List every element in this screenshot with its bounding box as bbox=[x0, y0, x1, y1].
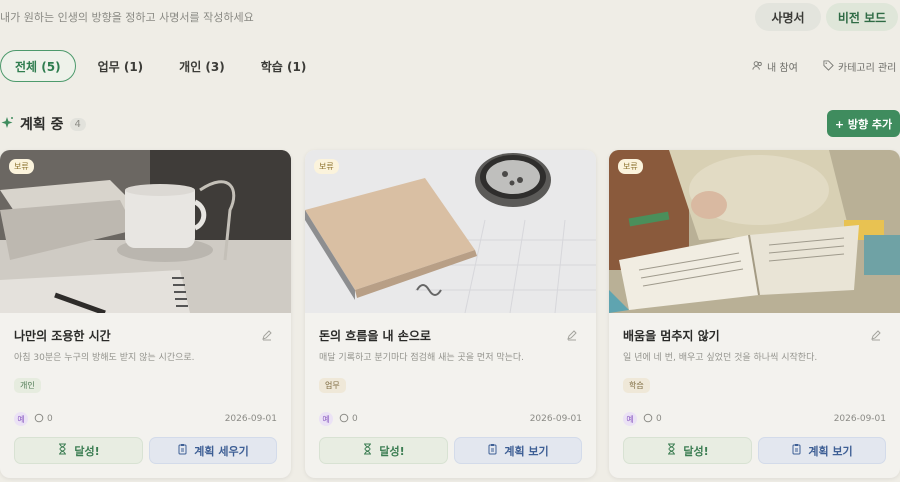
comment-count-value: 0 bbox=[47, 414, 53, 424]
avatar: 예 bbox=[623, 412, 637, 426]
mission-statement-button[interactable]: 사명서 bbox=[755, 3, 821, 31]
achieve-button[interactable]: 달성! bbox=[319, 437, 448, 464]
card-title: 돈의 흐름을 내 손으로 bbox=[319, 329, 431, 343]
section-header: 계획 중 4 bbox=[0, 114, 86, 134]
edit-icon[interactable] bbox=[261, 329, 273, 344]
achieve-label: 달성! bbox=[683, 444, 709, 458]
filter-personal[interactable]: 개인 (3) bbox=[165, 51, 239, 81]
direction-card[interactable]: 보류 배움을 멈추지 않기 일 년에 네 번, 배우고 싶었던 것을 하나씩 시… bbox=[609, 150, 900, 478]
plan-button[interactable]: 계획 세우기 bbox=[149, 437, 277, 464]
card-title: 배움을 멈추지 않기 bbox=[623, 329, 720, 343]
card-thumbnail bbox=[0, 150, 291, 313]
card-meta: 예 0 2026-09-01 bbox=[319, 412, 582, 426]
comment-count[interactable]: 0 bbox=[34, 413, 53, 426]
achieve-button[interactable]: 달성! bbox=[14, 437, 143, 464]
section-title: 계획 중 bbox=[20, 117, 64, 133]
comment-icon bbox=[643, 413, 653, 426]
achieve-label: 달성! bbox=[379, 444, 405, 458]
my-participation-label: 내 참여 bbox=[767, 63, 798, 74]
comment-count[interactable]: 0 bbox=[339, 413, 358, 426]
card-date: 2026-09-01 bbox=[833, 414, 886, 424]
category-manage-link[interactable]: 카테고리 관리 bbox=[823, 59, 896, 74]
page-description: 내가 원하는 인생의 방향을 정하고 사명서를 작성하세요 bbox=[0, 11, 254, 24]
card-description: 아침 30분은 누구의 방해도 받지 않는 시간으로. bbox=[14, 353, 195, 363]
card-meta: 예 0 2026-09-01 bbox=[14, 412, 277, 426]
comment-count-value: 0 bbox=[352, 414, 358, 424]
clipboard-icon bbox=[177, 443, 188, 458]
category-tag: 개인 bbox=[14, 378, 41, 393]
direction-card[interactable]: 보류 나만의 조용한 시간 아침 30분은 누구의 방해도 받지 않는 시간으로… bbox=[0, 150, 291, 478]
comment-count-value: 0 bbox=[656, 414, 662, 424]
card-thumbnail bbox=[609, 150, 900, 313]
category-tag: 학습 bbox=[623, 378, 650, 393]
section-count-badge: 4 bbox=[69, 117, 86, 131]
clipboard-icon bbox=[791, 443, 802, 458]
users-icon bbox=[752, 60, 763, 74]
card-date: 2026-09-01 bbox=[224, 414, 277, 424]
plan-label: 계획 보기 bbox=[504, 444, 549, 458]
card-title: 나만의 조용한 시간 bbox=[14, 329, 111, 343]
direction-card[interactable]: 보류 돈의 흐름을 내 손으로 매달 기록하고 분기마다 점검해 새는 곳을 먼… bbox=[305, 150, 596, 478]
clipboard-icon bbox=[487, 443, 498, 458]
plan-label: 계획 세우기 bbox=[194, 444, 249, 458]
comment-icon bbox=[339, 413, 349, 426]
edit-icon[interactable] bbox=[566, 329, 578, 344]
card-date: 2026-09-01 bbox=[529, 414, 582, 424]
hourglass-icon bbox=[362, 443, 373, 458]
comment-count[interactable]: 0 bbox=[643, 413, 662, 426]
my-participation-link[interactable]: 내 참여 bbox=[752, 59, 798, 74]
card-thumbnail bbox=[305, 150, 596, 313]
card-description: 매달 기록하고 분기마다 점검해 새는 곳을 먼저 막는다. bbox=[319, 353, 525, 363]
filter-work[interactable]: 업무 (1) bbox=[84, 51, 158, 81]
plan-button[interactable]: 계획 보기 bbox=[454, 437, 582, 464]
sparkle-icon bbox=[0, 115, 14, 134]
card-meta: 예 0 2026-09-01 bbox=[623, 412, 886, 426]
filter-study[interactable]: 학습 (1) bbox=[247, 51, 321, 81]
plan-button[interactable]: 계획 보기 bbox=[758, 437, 886, 464]
hourglass-icon bbox=[57, 443, 68, 458]
status-badge: 보류 bbox=[9, 159, 34, 174]
comment-icon bbox=[34, 413, 44, 426]
hourglass-icon bbox=[666, 443, 677, 458]
filter-all[interactable]: 전체 (5) bbox=[0, 50, 76, 82]
avatar: 예 bbox=[319, 412, 333, 426]
vision-board-button[interactable]: 비전 보드 bbox=[826, 3, 898, 31]
category-tag: 업무 bbox=[319, 378, 346, 393]
plan-label: 계획 보기 bbox=[808, 444, 853, 458]
avatar: 예 bbox=[14, 412, 28, 426]
status-badge: 보류 bbox=[618, 159, 643, 174]
tag-icon bbox=[823, 59, 834, 74]
add-direction-button[interactable]: + 방향 추가 bbox=[827, 110, 900, 137]
category-manage-label: 카테고리 관리 bbox=[838, 63, 897, 74]
achieve-label: 달성! bbox=[74, 444, 100, 458]
achieve-button[interactable]: 달성! bbox=[623, 437, 752, 464]
filter-tabs: 전체 (5) 업무 (1) 개인 (3) 학습 (1) bbox=[0, 50, 328, 82]
status-badge: 보류 bbox=[314, 159, 339, 174]
card-description: 일 년에 네 번, 배우고 싶었던 것을 하나씩 시작한다. bbox=[623, 353, 818, 363]
edit-icon[interactable] bbox=[870, 329, 882, 344]
